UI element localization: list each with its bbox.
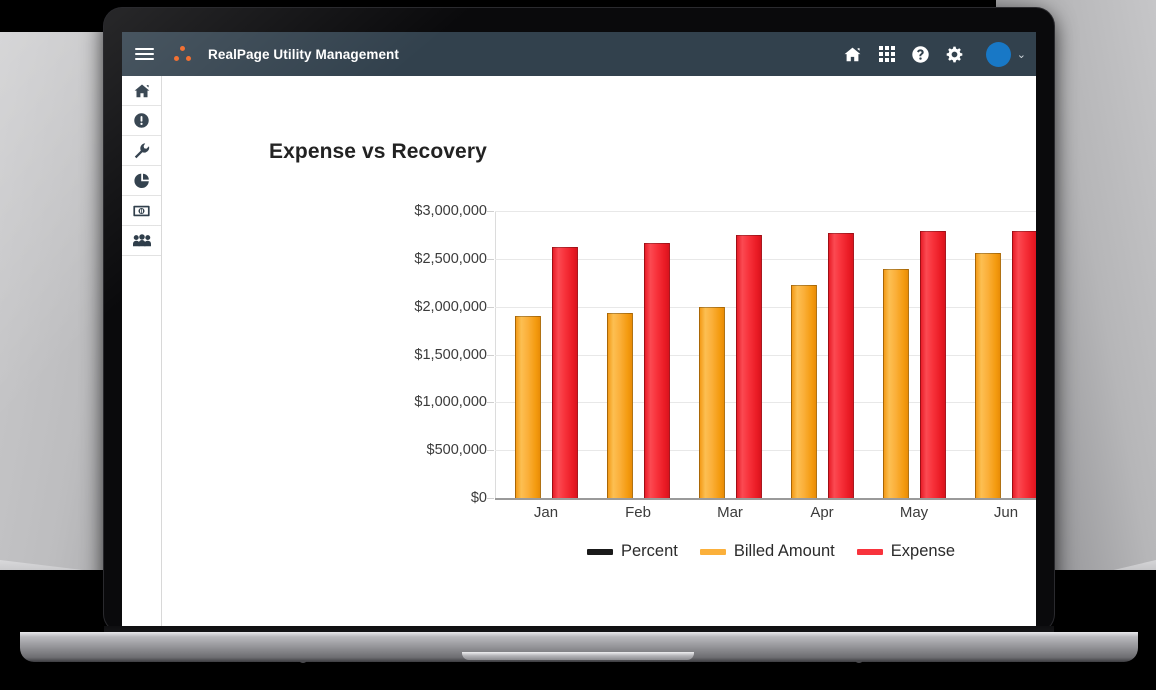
screenshot-stage: RealPage Utility Management ⌄ Expense vs…	[0, 0, 1156, 690]
bar-billed-amount-may[interactable]	[882, 268, 909, 498]
chart-gridline	[495, 211, 1036, 212]
bar-billed-amount-jan[interactable]	[514, 316, 541, 498]
legend-label: Percent	[621, 542, 678, 560]
sidebar-item-residents[interactable]	[122, 226, 161, 256]
chevron-down-icon[interactable]: ⌄	[1017, 48, 1026, 61]
bar-expense-apr[interactable]	[827, 233, 854, 498]
app-title: RealPage Utility Management	[208, 46, 400, 62]
legend-item-billed-amount[interactable]: Billed Amount	[699, 542, 835, 561]
chart-legend: Percent Billed Amount Expense	[495, 542, 1036, 561]
hamburger-menu-icon[interactable]	[122, 32, 166, 76]
laptop-foot-left	[300, 660, 306, 663]
y-axis-left-label: $3,000,000	[414, 203, 487, 219]
topbar-actions: ⌄	[836, 32, 1036, 76]
bar-expense-mar[interactable]	[735, 234, 762, 498]
y-axis-left-tick-mark	[487, 258, 494, 260]
sidebar	[122, 76, 162, 626]
legend-label: Billed Amount	[733, 542, 835, 560]
sidebar-item-billing[interactable]	[122, 196, 161, 226]
x-axis-label-mar: Mar	[717, 504, 743, 521]
bar-billed-amount-mar[interactable]	[698, 306, 725, 498]
exclamation-circle-icon	[134, 113, 149, 128]
sidebar-item-setup[interactable]	[122, 136, 161, 166]
sidebar-item-reports[interactable]	[122, 166, 161, 196]
x-axis-label-jan: Jan	[533, 504, 559, 521]
laptop-screen: RealPage Utility Management ⌄ Expense vs…	[122, 32, 1036, 626]
bar-billed-amount-jun[interactable]	[974, 253, 1001, 498]
home-icon[interactable]	[839, 32, 867, 76]
y-axis-left-tick-mark	[487, 211, 494, 212]
y-axis-left-label: $0	[470, 490, 487, 506]
y-axis-left-tick-mark	[487, 498, 494, 499]
x-axis-label-apr: Apr	[810, 504, 834, 521]
realpage-logo-icon	[170, 41, 196, 67]
app-topbar: RealPage Utility Management ⌄	[122, 32, 1036, 76]
pie-chart-icon	[133, 173, 150, 189]
y-axis-left-label: $2,000,000	[414, 298, 487, 315]
laptop-frame: RealPage Utility Management ⌄ Expense vs…	[104, 8, 1054, 632]
chart-baseline	[495, 498, 1036, 500]
help-circle-icon[interactable]	[907, 32, 935, 76]
bar-expense-jun[interactable]	[1011, 231, 1036, 498]
avatar[interactable]	[985, 41, 1011, 67]
money-bill-icon	[133, 205, 150, 217]
bar-expense-jan[interactable]	[551, 246, 578, 498]
x-axis-label-may: May	[899, 504, 929, 521]
sidebar-item-home[interactable]	[122, 76, 161, 106]
main-content: Expense vs Recovery $089%$500,00090%$1,0…	[163, 76, 1036, 626]
laptop-trackpad-notch	[462, 652, 694, 660]
x-axis-label-jun: Jun	[993, 504, 1019, 521]
legend-item-percent[interactable]: Percent	[587, 542, 678, 561]
users-group-icon	[132, 234, 151, 247]
y-axis-left-tick-mark	[487, 354, 494, 356]
bar-expense-may[interactable]	[919, 231, 946, 498]
apps-grid-icon[interactable]	[873, 32, 901, 76]
legend-swatch-icon	[587, 548, 613, 555]
y-axis-left-label: $500,000	[426, 442, 487, 459]
chart-title: Expense vs Recovery	[269, 140, 487, 163]
legend-swatch-icon	[856, 548, 883, 555]
sidebar-item-alerts[interactable]	[122, 106, 161, 136]
legend-item-expense[interactable]: Expense	[856, 542, 955, 561]
bar-billed-amount-apr[interactable]	[790, 284, 817, 498]
y-axis-left-label: $1,500,000	[414, 346, 487, 363]
y-axis-left-tick-mark	[487, 402, 494, 404]
y-axis-left-label: $2,500,000	[414, 250, 487, 267]
bar-billed-amount-feb[interactable]	[606, 312, 633, 498]
legend-swatch-icon	[699, 548, 726, 555]
x-axis-label-feb: Feb	[625, 504, 651, 521]
y-axis-left-tick-mark	[487, 306, 494, 308]
chart-plot-area: $089%$500,00090%$1,000,00091%$1,500,0009…	[414, 203, 1036, 521]
wrench-icon	[134, 142, 150, 159]
home-icon	[134, 84, 150, 98]
bar-expense-feb[interactable]	[643, 243, 670, 498]
laptop-foot-right	[856, 660, 862, 663]
y-axis-left-tick-mark	[487, 450, 494, 452]
y-axis-left-label: $1,000,000	[414, 394, 487, 411]
legend-label: Expense	[890, 542, 955, 560]
gear-icon[interactable]	[941, 32, 969, 76]
